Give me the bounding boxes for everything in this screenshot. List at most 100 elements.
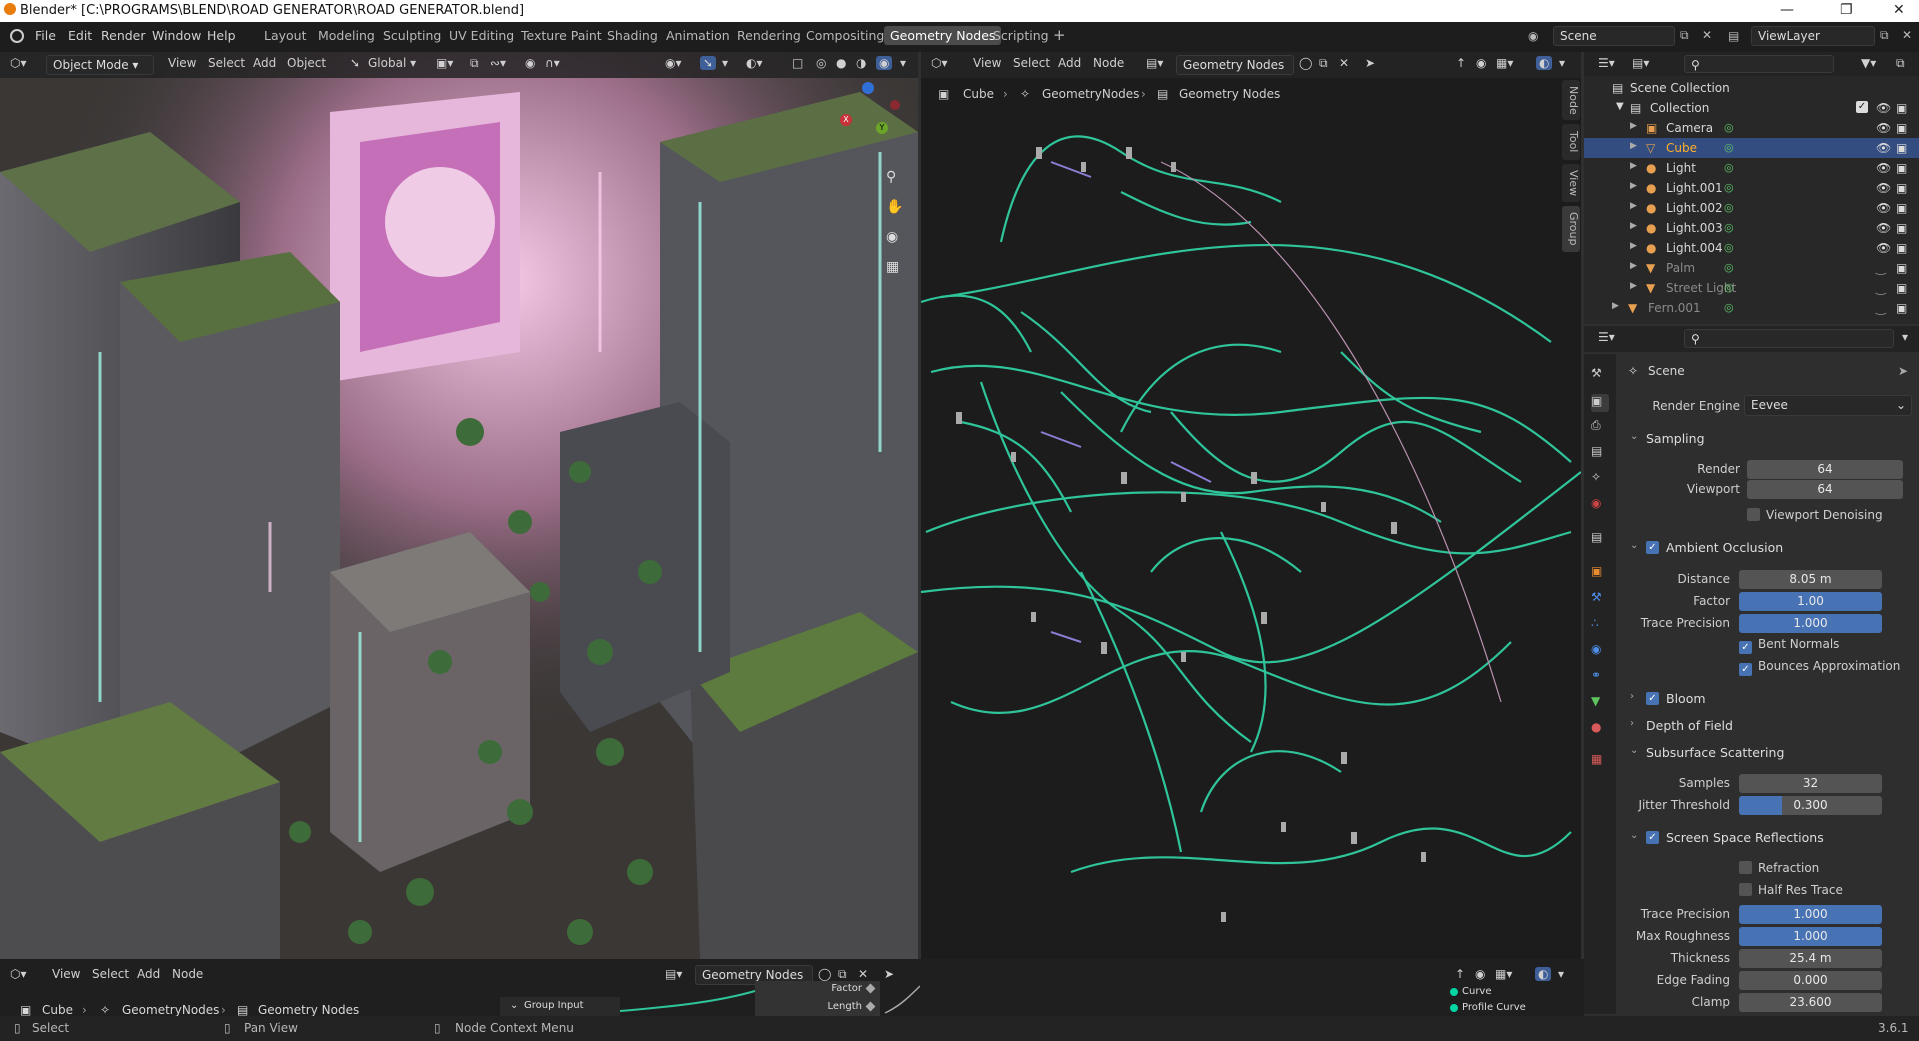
new-collection-icon[interactable]: ⧉ <box>1896 56 1905 71</box>
outliner-item[interactable]: ▶ ● Light.003 ◎ 👁 ▣ <box>1584 218 1919 238</box>
node-tree-field[interactable]: Geometry Nodes <box>1176 55 1294 75</box>
tab-animation[interactable]: Animation <box>666 28 730 43</box>
tab-uv-editing[interactable]: UV Editing <box>449 28 514 43</box>
snap-node-icon[interactable]: ◉ <box>1475 967 1485 981</box>
expand-icon[interactable]: ▶ <box>1612 301 1619 311</box>
object-data-icon[interactable]: ◎ <box>1724 221 1734 234</box>
menu-window[interactable]: Window <box>152 28 201 43</box>
tab-modeling[interactable]: Modeling <box>318 28 375 43</box>
viewlayer-field[interactable]: ViewLayer <box>1751 26 1875 46</box>
tab-texture-paint[interactable]: Texture Paint <box>521 28 602 43</box>
outliner-editor-type-icon[interactable]: ☰▾ <box>1598 56 1615 70</box>
scene-tab-icon[interactable]: ✧ <box>1591 470 1609 488</box>
sampling-panel-header[interactable]: ⌄ Sampling <box>1626 427 1916 451</box>
curve-node-fragment[interactable]: Curve Profile Curve <box>1440 985 1570 1016</box>
bottom-tree-type-icon[interactable]: ▤▾ <box>665 967 682 981</box>
render-camera-icon[interactable]: ▣ <box>1896 121 1907 135</box>
outliner-item[interactable]: ▶ ▽ Cube ◎ 👁 ▣ <box>1584 138 1919 158</box>
bottom-breadcrumb-node-tree[interactable]: Geometry Nodes <box>258 1003 359 1017</box>
zoom-icon[interactable]: ⚲ <box>886 169 896 185</box>
new-viewlayer-icon[interactable]: ⧉ <box>1880 28 1889 43</box>
pin-icon[interactable]: ➤ <box>1898 364 1908 378</box>
delete-scene-icon[interactable]: ✕ <box>1702 28 1712 42</box>
material-tab-icon[interactable]: ● <box>1591 720 1609 738</box>
socket-curve-icon[interactable] <box>1450 988 1458 996</box>
3d-viewport[interactable]: X Y ⚲ ✋ ◉ ▦ <box>0 52 918 959</box>
wireframe-shading-icon[interactable]: ◎ <box>816 56 826 70</box>
visibility-eye-icon[interactable]: 👁 <box>1876 161 1891 175</box>
tab-layout[interactable]: Layout <box>264 28 307 43</box>
gizmo-dropdown-icon[interactable]: ▾ <box>722 56 728 70</box>
snap-icon[interactable]: ⧉ <box>470 56 479 71</box>
properties-options-icon[interactable]: ▾ <box>1902 330 1908 344</box>
node-menu-node[interactable]: Node <box>1093 56 1124 70</box>
ortho-grid-icon[interactable]: ▦ <box>886 259 899 275</box>
tab-shading[interactable]: Shading <box>607 28 658 43</box>
camera-view-icon[interactable]: ◉ <box>886 229 898 245</box>
properties-editor-type-icon[interactable]: ☰▾ <box>1598 330 1615 344</box>
node-editor-type-icon[interactable]: ⬡▾ <box>931 56 948 70</box>
object-data-icon[interactable]: ◎ <box>1724 261 1734 274</box>
expand-icon[interactable]: ▼ <box>1616 101 1624 112</box>
render-camera-icon[interactable]: ▣ <box>1896 261 1907 275</box>
physics-tab-icon[interactable]: ◉ <box>1591 642 1609 660</box>
ao-distance-field[interactable]: 8.05 m <box>1739 570 1882 589</box>
expand-icon[interactable]: ▶ <box>1630 161 1637 171</box>
viewport-menu-select[interactable]: Select <box>208 56 245 70</box>
menu-render[interactable]: Render <box>101 28 146 43</box>
thickness-field[interactable]: 25.4 m <box>1739 949 1882 968</box>
render-engine-dropdown[interactable]: Eevee ⌄ <box>1744 395 1912 416</box>
expand-icon[interactable]: ▶ <box>1630 121 1637 131</box>
sss-panel-header[interactable]: ⌄ Subsurface Scattering <box>1626 741 1916 765</box>
render-tab-icon[interactable]: ▣ <box>1591 394 1609 412</box>
blender-menu-icon[interactable] <box>10 29 24 43</box>
tool-tab-icon[interactable]: ⚒ <box>1591 366 1609 384</box>
ao-factor-field[interactable]: 1.00 <box>1739 592 1882 611</box>
expand-icon[interactable]: ▶ <box>1630 141 1637 151</box>
parent-icon[interactable]: ↑ <box>1456 56 1466 70</box>
visibility-eye-icon[interactable]: ‿ <box>1876 301 1886 315</box>
object-data-icon[interactable]: ◎ <box>1724 141 1734 154</box>
object-data-icon[interactable]: ◎ <box>1724 201 1734 214</box>
render-camera-icon[interactable]: ▣ <box>1896 181 1907 195</box>
rendered-shading-icon[interactable]: ◉ <box>876 56 893 70</box>
new-scene-icon[interactable]: ⧉ <box>1680 28 1689 43</box>
dof-panel-header[interactable]: › Depth of Field <box>1626 714 1916 738</box>
object-data-icon[interactable]: ◎ <box>1724 121 1734 134</box>
x-axis-icon[interactable]: X <box>840 114 852 126</box>
editor-type-icon[interactable]: ⬡▾ <box>10 56 27 70</box>
collection-tab-icon[interactable]: ▤ <box>1591 530 1609 548</box>
neg-x-axis-icon[interactable] <box>890 100 900 110</box>
duplicate-tree-icon[interactable]: ⧉ <box>838 967 847 982</box>
sidebar-tab-tool[interactable]: Tool <box>1562 124 1580 160</box>
bottom-menu-node[interactable]: Node <box>172 967 203 981</box>
ao-enable-checkbox[interactable]: ✓ <box>1646 541 1659 554</box>
node-menu-select[interactable]: Select <box>1013 56 1050 70</box>
properties-search-input[interactable]: ⚲ <box>1684 329 1894 348</box>
viewport-denoising-checkbox[interactable]: Viewport Denoising <box>1747 508 1883 522</box>
pivot-icon[interactable]: ▣▾ <box>436 56 453 70</box>
render-camera-icon[interactable]: ▣ <box>1896 281 1907 295</box>
visibility-eye-icon[interactable]: 👁 <box>1876 221 1891 235</box>
ssr-enable-checkbox[interactable]: ✓ <box>1646 831 1659 844</box>
node-menu-add[interactable]: Add <box>1058 56 1081 70</box>
orientation-dropdown[interactable]: Global ▾ <box>368 56 416 70</box>
visibility-eye-icon[interactable]: 👁 <box>1876 141 1891 155</box>
particles-tab-icon[interactable]: ∴ <box>1591 616 1609 634</box>
object-tab-icon[interactable]: ▣ <box>1591 564 1609 582</box>
group-input-node[interactable]: ⌄ Group Input <box>500 997 620 1016</box>
sidebar-tab-node[interactable]: Node <box>1562 80 1580 120</box>
bottom-menu-add[interactable]: Add <box>137 967 160 981</box>
sss-samples-field[interactable]: 32 <box>1739 774 1882 793</box>
collection-checkbox[interactable]: ✓ <box>1856 101 1868 113</box>
outliner-scene-collection[interactable]: ▤ Scene Collection <box>1584 78 1919 98</box>
node-overlay-icon[interactable]: ◐ <box>1536 56 1553 70</box>
tab-sculpting[interactable]: Sculpting <box>383 28 441 43</box>
world-tab-icon[interactable]: ◉ <box>1591 496 1609 514</box>
snap-node-icon[interactable]: ◉ <box>1476 56 1486 70</box>
max-roughness-field[interactable]: 1.000 <box>1739 927 1882 946</box>
bottom-breadcrumb-cube[interactable]: Cube <box>42 1003 73 1017</box>
outliner-item[interactable]: ▶ ▼ Street Light ◎ ‿ ▣ <box>1584 278 1919 298</box>
visibility-eye-icon[interactable]: 👁 <box>1876 101 1891 115</box>
outliner-collection[interactable]: ▼ ▤ Collection ✓ 👁 ▣ <box>1584 98 1919 118</box>
